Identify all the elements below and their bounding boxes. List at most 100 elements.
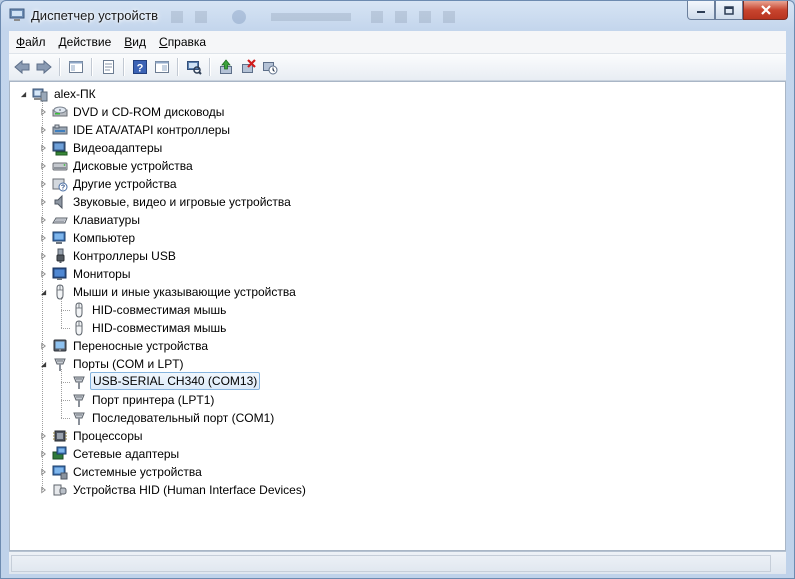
menu-file[interactable]: Файл xyxy=(9,35,52,49)
expand-arrow-icon[interactable] xyxy=(38,247,48,265)
expand-arrow-icon[interactable] xyxy=(38,337,48,355)
expand-arrow-icon[interactable] xyxy=(38,103,48,121)
tree-item[interactable]: Порт принтера (LPT1) xyxy=(10,391,785,409)
help-button[interactable]: ? xyxy=(129,56,151,78)
update-driver-button[interactable] xyxy=(215,56,237,78)
tree-category-0[interactable]: DVD и CD-ROM дисководы xyxy=(10,103,785,121)
expand-arrow-icon[interactable] xyxy=(38,211,48,229)
system-device-icon xyxy=(52,465,68,480)
tree-category-7[interactable]: Компьютер xyxy=(10,229,785,247)
expand-arrow-icon[interactable] xyxy=(38,229,48,247)
tree-category-label: Мониторы xyxy=(73,267,131,281)
tree-item-label: USB-SERIAL CH340 (COM13) xyxy=(90,372,261,390)
tree-category-9[interactable]: Мониторы xyxy=(10,265,785,283)
properties-button[interactable] xyxy=(97,56,119,78)
forward-icon xyxy=(36,59,52,75)
toolbar: ? xyxy=(9,54,786,81)
collapse-arrow-icon[interactable] xyxy=(38,355,48,373)
expand-arrow-icon[interactable] xyxy=(38,121,48,139)
processor-icon xyxy=(53,430,67,442)
toolbar-separator xyxy=(59,58,61,76)
tree-item-selected[interactable]: USB-SERIAL CH340 (COM13) xyxy=(10,372,785,391)
tree-category-2[interactable]: Видеоадаптеры xyxy=(10,139,785,157)
tree-category-8[interactable]: Контроллеры USB xyxy=(10,247,785,265)
collapse-arrow-icon[interactable] xyxy=(18,85,28,103)
expand-arrow-icon[interactable] xyxy=(38,175,48,193)
tree-category-13[interactable]: Процессоры xyxy=(10,427,785,445)
tree-category-label: IDE ATA/ATAPI контроллеры xyxy=(73,123,231,137)
tree-item[interactable]: Последовательный порт (COM1) xyxy=(10,409,785,427)
scan-hardware-button[interactable] xyxy=(183,56,205,78)
root-computer-icon xyxy=(32,88,48,102)
tree-category-label: Видеоадаптеры xyxy=(73,141,163,155)
tree-item-label: HID-совместимая мышь xyxy=(92,303,227,317)
back-button[interactable] xyxy=(11,56,33,78)
uninstall-button[interactable] xyxy=(237,56,259,78)
toolbar-separator xyxy=(177,58,179,76)
expand-arrow-icon[interactable] xyxy=(38,481,48,499)
help-icon: ? xyxy=(133,60,147,75)
minimize-button[interactable] xyxy=(687,1,715,20)
tree-item[interactable]: HID-совместимая мышь xyxy=(10,301,785,319)
uninstall-icon xyxy=(242,59,256,73)
svg-text:?: ? xyxy=(137,63,144,75)
tree-category-3[interactable]: Дисковые устройства xyxy=(10,157,785,175)
tree-category-11[interactable]: Переносные устройства xyxy=(10,337,785,355)
dvd-drive-icon xyxy=(52,106,68,117)
svg-text:?: ? xyxy=(61,185,65,192)
tree-category-label: Устройства HID (Human Interface Devices) xyxy=(73,483,306,497)
maximize-icon xyxy=(724,5,734,15)
monitor-icon xyxy=(52,267,67,280)
tree-category-6[interactable]: Клавиатуры xyxy=(10,211,785,229)
back-icon xyxy=(14,59,30,75)
computer-icon xyxy=(52,231,66,244)
port-icon xyxy=(54,358,66,371)
menu-view[interactable]: Вид xyxy=(117,35,152,49)
tree-item[interactable]: HID-совместимая мышь xyxy=(10,319,785,337)
forward-button[interactable] xyxy=(33,56,55,78)
expand-arrow-icon[interactable] xyxy=(38,445,48,463)
device-tree-pane[interactable]: alex-ПК DVD и CD-ROM дисководы IDE ATA/ATA… xyxy=(9,81,786,551)
tree-connector xyxy=(61,400,70,401)
menu-bar: Файл Действие Вид Справка xyxy=(9,31,786,54)
menu-action[interactable]: Действие xyxy=(52,35,118,49)
disable-button[interactable] xyxy=(259,56,281,78)
expand-arrow-icon[interactable] xyxy=(38,265,48,283)
menu-help[interactable]: Справка xyxy=(152,35,212,49)
expand-arrow-icon[interactable] xyxy=(38,193,48,211)
tree-category-16[interactable]: Устройства HID (Human Interface Devices) xyxy=(10,481,785,499)
tree-category-14[interactable]: Сетевые адаптеры xyxy=(10,445,785,463)
expand-arrow-icon[interactable] xyxy=(38,157,48,175)
expand-arrow-icon[interactable] xyxy=(38,463,48,481)
close-icon xyxy=(760,5,771,15)
tree-category-12[interactable]: Порты (COM и LPT) xyxy=(10,355,785,373)
mouse-icon xyxy=(75,320,83,336)
tree-category-label: Контроллеры USB xyxy=(73,249,176,263)
tree-root[interactable]: alex-ПК xyxy=(10,85,785,103)
background-window-reflection xyxy=(171,9,471,25)
tree-category-1[interactable]: IDE ATA/ATAPI контроллеры xyxy=(10,121,785,139)
tree-category-5[interactable]: Звуковые, видео и игровые устройства xyxy=(10,193,785,211)
mouse-icon xyxy=(75,302,83,318)
title-bar[interactable]: Диспетчер устройств xyxy=(1,1,794,31)
tree-root-label: alex-ПК xyxy=(54,87,96,101)
tree-category-15[interactable]: Системные устройства xyxy=(10,463,785,481)
minimize-icon xyxy=(697,11,705,13)
expand-arrow-icon[interactable] xyxy=(38,139,48,157)
tree-category-4[interactable]: ? Другие устройства xyxy=(10,175,785,193)
close-button[interactable] xyxy=(743,1,788,20)
expand-arrow-icon[interactable] xyxy=(38,427,48,445)
tree-category-label: DVD и CD-ROM дисководы xyxy=(73,105,225,119)
tree-category-label: Системные устройства xyxy=(73,465,202,479)
tree-item-label: Последовательный порт (COM1) xyxy=(92,411,275,425)
scan-hardware-icon xyxy=(187,61,202,75)
tree-category-label: Дисковые устройства xyxy=(73,159,193,173)
toolbar-separator xyxy=(123,58,125,76)
maximize-button[interactable] xyxy=(715,1,743,20)
tree-connector xyxy=(61,369,62,418)
tree-category-label: Порты (COM и LPT) xyxy=(73,357,184,371)
collapse-arrow-icon[interactable] xyxy=(38,283,48,301)
tree-category-10[interactable]: Мыши и иные указывающие устройства xyxy=(10,283,785,301)
show-console-tree-button[interactable] xyxy=(65,56,87,78)
view-button[interactable] xyxy=(151,56,173,78)
